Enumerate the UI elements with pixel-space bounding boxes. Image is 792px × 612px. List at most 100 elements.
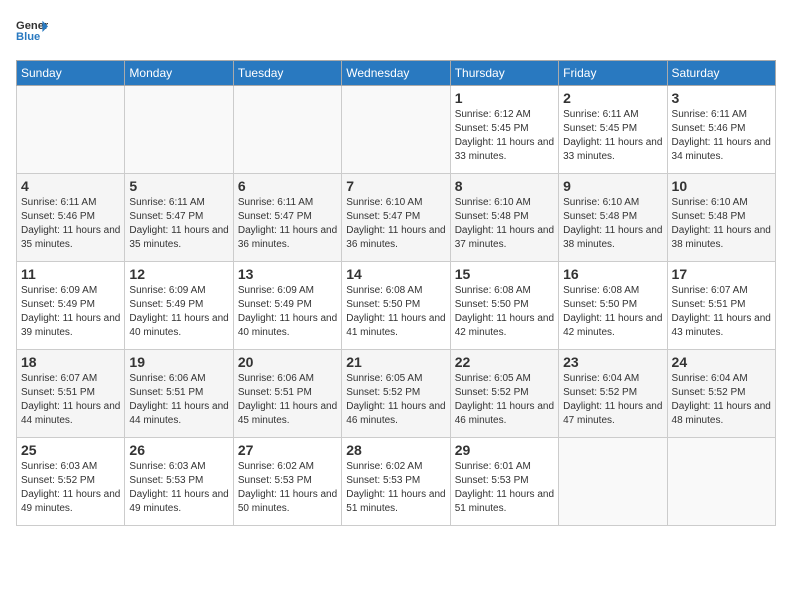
day-info: Sunrise: 6:03 AM Sunset: 5:52 PM Dayligh… bbox=[21, 460, 120, 516]
calendar-cell: 4Sunrise: 6:11 AM Sunset: 5:46 PM Daylig… bbox=[17, 174, 125, 262]
day-number: 17 bbox=[672, 266, 771, 282]
calendar-cell bbox=[342, 86, 450, 174]
day-info: Sunrise: 6:10 AM Sunset: 5:48 PM Dayligh… bbox=[455, 196, 554, 252]
day-number: 26 bbox=[129, 442, 228, 458]
svg-text:Blue: Blue bbox=[16, 31, 40, 43]
calendar-cell: 21 Sunrise: 6:05 AM Sunset: 5:52 PM Dayli… bbox=[342, 350, 450, 438]
calendar-header-row: SundayMondayTuesdayWednesdayThursdayFrid… bbox=[17, 61, 776, 86]
day-info: Sunrise: 6:09 AM Sunset: 5:49 PM Dayligh… bbox=[238, 284, 337, 340]
calendar-cell: 2 Sunrise: 6:11 AM Sunset: 5:45 PM Daylig… bbox=[559, 86, 667, 174]
day-info: Sunrise: 6:06 AM Sunset: 5:51 PM Dayligh… bbox=[129, 372, 228, 428]
calendar-cell: 27 Sunrise: 6:02 AM Sunset: 5:53 PM Dayli… bbox=[233, 438, 341, 526]
day-number: 19 bbox=[129, 354, 228, 370]
day-number: 23 bbox=[563, 354, 662, 370]
calendar-cell bbox=[559, 438, 667, 526]
calendar-week-row: 11 Sunrise: 6:09 AM Sunset: 5:49 PM Dayli… bbox=[17, 262, 776, 350]
calendar-cell: 25 Sunrise: 6:03 AM Sunset: 5:52 PM Dayli… bbox=[17, 438, 125, 526]
day-info: Sunrise: 6:06 AM Sunset: 5:51 PM Dayligh… bbox=[238, 372, 337, 428]
calendar-cell: 19 Sunrise: 6:06 AM Sunset: 5:51 PM Dayli… bbox=[125, 350, 233, 438]
calendar-cell: 28 Sunrise: 6:02 AM Sunset: 5:53 PM Dayli… bbox=[342, 438, 450, 526]
day-number: 22 bbox=[455, 354, 554, 370]
day-info: Sunrise: 6:08 AM Sunset: 5:50 PM Dayligh… bbox=[563, 284, 662, 340]
day-info: Sunrise: 6:10 AM Sunset: 5:48 PM Dayligh… bbox=[672, 196, 771, 252]
calendar-cell: 12 Sunrise: 6:09 AM Sunset: 5:49 PM Dayli… bbox=[125, 262, 233, 350]
day-info: Sunrise: 6:01 AM Sunset: 5:53 PM Dayligh… bbox=[455, 460, 554, 516]
weekday-header-saturday: Saturday bbox=[667, 61, 775, 86]
day-number: 1 bbox=[455, 90, 554, 106]
day-number: 2 bbox=[563, 90, 662, 106]
day-number: 24 bbox=[672, 354, 771, 370]
calendar-week-row: 4Sunrise: 6:11 AM Sunset: 5:46 PM Daylig… bbox=[17, 174, 776, 262]
calendar-cell: 7Sunrise: 6:10 AM Sunset: 5:47 PM Daylig… bbox=[342, 174, 450, 262]
day-number: 28 bbox=[346, 442, 445, 458]
day-info: Sunrise: 6:03 AM Sunset: 5:53 PM Dayligh… bbox=[129, 460, 228, 516]
calendar-cell: 3 Sunrise: 6:11 AM Sunset: 5:46 PM Daylig… bbox=[667, 86, 775, 174]
logo-icon: GeneralBlue bbox=[16, 16, 48, 48]
day-info: Sunrise: 6:08 AM Sunset: 5:50 PM Dayligh… bbox=[455, 284, 554, 340]
calendar-week-row: 18 Sunrise: 6:07 AM Sunset: 5:51 PM Dayli… bbox=[17, 350, 776, 438]
calendar-cell bbox=[17, 86, 125, 174]
day-number: 9 bbox=[563, 178, 662, 194]
calendar-cell: 18 Sunrise: 6:07 AM Sunset: 5:51 PM Dayli… bbox=[17, 350, 125, 438]
day-info: Sunrise: 6:11 AM Sunset: 5:47 PM Dayligh… bbox=[238, 196, 337, 252]
day-info: Sunrise: 6:10 AM Sunset: 5:48 PM Dayligh… bbox=[563, 196, 662, 252]
weekday-header-sunday: Sunday bbox=[17, 61, 125, 86]
day-number: 27 bbox=[238, 442, 337, 458]
calendar-cell: 5Sunrise: 6:11 AM Sunset: 5:47 PM Daylig… bbox=[125, 174, 233, 262]
day-info: Sunrise: 6:09 AM Sunset: 5:49 PM Dayligh… bbox=[21, 284, 120, 340]
day-info: Sunrise: 6:04 AM Sunset: 5:52 PM Dayligh… bbox=[672, 372, 771, 428]
day-info: Sunrise: 6:11 AM Sunset: 5:47 PM Dayligh… bbox=[129, 196, 228, 252]
day-number: 8 bbox=[455, 178, 554, 194]
weekday-header-wednesday: Wednesday bbox=[342, 61, 450, 86]
calendar-cell bbox=[125, 86, 233, 174]
weekday-header-tuesday: Tuesday bbox=[233, 61, 341, 86]
calendar-cell bbox=[233, 86, 341, 174]
calendar-cell: 26 Sunrise: 6:03 AM Sunset: 5:53 PM Dayli… bbox=[125, 438, 233, 526]
calendar-cell: 14 Sunrise: 6:08 AM Sunset: 5:50 PM Dayli… bbox=[342, 262, 450, 350]
calendar-cell: 8 Sunrise: 6:10 AM Sunset: 5:48 PM Daylig… bbox=[450, 174, 558, 262]
day-number: 16 bbox=[563, 266, 662, 282]
weekday-header-monday: Monday bbox=[125, 61, 233, 86]
calendar-cell: 6 Sunrise: 6:11 AM Sunset: 5:47 PM Daylig… bbox=[233, 174, 341, 262]
calendar-cell: 1 Sunrise: 6:12 AM Sunset: 5:45 PM Daylig… bbox=[450, 86, 558, 174]
calendar-cell: 10 Sunrise: 6:10 AM Sunset: 5:48 PM Dayli… bbox=[667, 174, 775, 262]
calendar-cell: 22 Sunrise: 6:05 AM Sunset: 5:52 PM Dayli… bbox=[450, 350, 558, 438]
day-number: 3 bbox=[672, 90, 771, 106]
day-info: Sunrise: 6:02 AM Sunset: 5:53 PM Dayligh… bbox=[238, 460, 337, 516]
day-info: Sunrise: 6:12 AM Sunset: 5:45 PM Dayligh… bbox=[455, 108, 554, 164]
day-info: Sunrise: 6:04 AM Sunset: 5:52 PM Dayligh… bbox=[563, 372, 662, 428]
day-info: Sunrise: 6:08 AM Sunset: 5:50 PM Dayligh… bbox=[346, 284, 445, 340]
day-info: Sunrise: 6:09 AM Sunset: 5:49 PM Dayligh… bbox=[129, 284, 228, 340]
weekday-header-friday: Friday bbox=[559, 61, 667, 86]
day-number: 13 bbox=[238, 266, 337, 282]
calendar-cell: 29 Sunrise: 6:01 AM Sunset: 5:53 PM Dayli… bbox=[450, 438, 558, 526]
calendar-week-row: 25 Sunrise: 6:03 AM Sunset: 5:52 PM Dayli… bbox=[17, 438, 776, 526]
day-number: 25 bbox=[21, 442, 120, 458]
day-number: 29 bbox=[455, 442, 554, 458]
calendar-cell: 17 Sunrise: 6:07 AM Sunset: 5:51 PM Dayli… bbox=[667, 262, 775, 350]
calendar-cell: 13 Sunrise: 6:09 AM Sunset: 5:49 PM Dayli… bbox=[233, 262, 341, 350]
calendar-cell: 16 Sunrise: 6:08 AM Sunset: 5:50 PM Dayli… bbox=[559, 262, 667, 350]
day-info: Sunrise: 6:07 AM Sunset: 5:51 PM Dayligh… bbox=[672, 284, 771, 340]
calendar-week-row: 1 Sunrise: 6:12 AM Sunset: 5:45 PM Daylig… bbox=[17, 86, 776, 174]
day-number: 18 bbox=[21, 354, 120, 370]
header: GeneralBlue bbox=[16, 16, 776, 48]
day-number: 6 bbox=[238, 178, 337, 194]
day-number: 11 bbox=[21, 266, 120, 282]
day-number: 14 bbox=[346, 266, 445, 282]
day-number: 4 bbox=[21, 178, 120, 194]
day-number: 21 bbox=[346, 354, 445, 370]
calendar-cell bbox=[667, 438, 775, 526]
day-info: Sunrise: 6:05 AM Sunset: 5:52 PM Dayligh… bbox=[346, 372, 445, 428]
day-number: 12 bbox=[129, 266, 228, 282]
day-number: 10 bbox=[672, 178, 771, 194]
day-info: Sunrise: 6:11 AM Sunset: 5:45 PM Dayligh… bbox=[563, 108, 662, 164]
calendar-table: SundayMondayTuesdayWednesdayThursdayFrid… bbox=[16, 60, 776, 526]
day-number: 15 bbox=[455, 266, 554, 282]
day-info: Sunrise: 6:05 AM Sunset: 5:52 PM Dayligh… bbox=[455, 372, 554, 428]
day-info: Sunrise: 6:07 AM Sunset: 5:51 PM Dayligh… bbox=[21, 372, 120, 428]
day-info: Sunrise: 6:02 AM Sunset: 5:53 PM Dayligh… bbox=[346, 460, 445, 516]
logo: GeneralBlue bbox=[16, 16, 48, 48]
day-info: Sunrise: 6:11 AM Sunset: 5:46 PM Dayligh… bbox=[672, 108, 771, 164]
day-number: 7 bbox=[346, 178, 445, 194]
